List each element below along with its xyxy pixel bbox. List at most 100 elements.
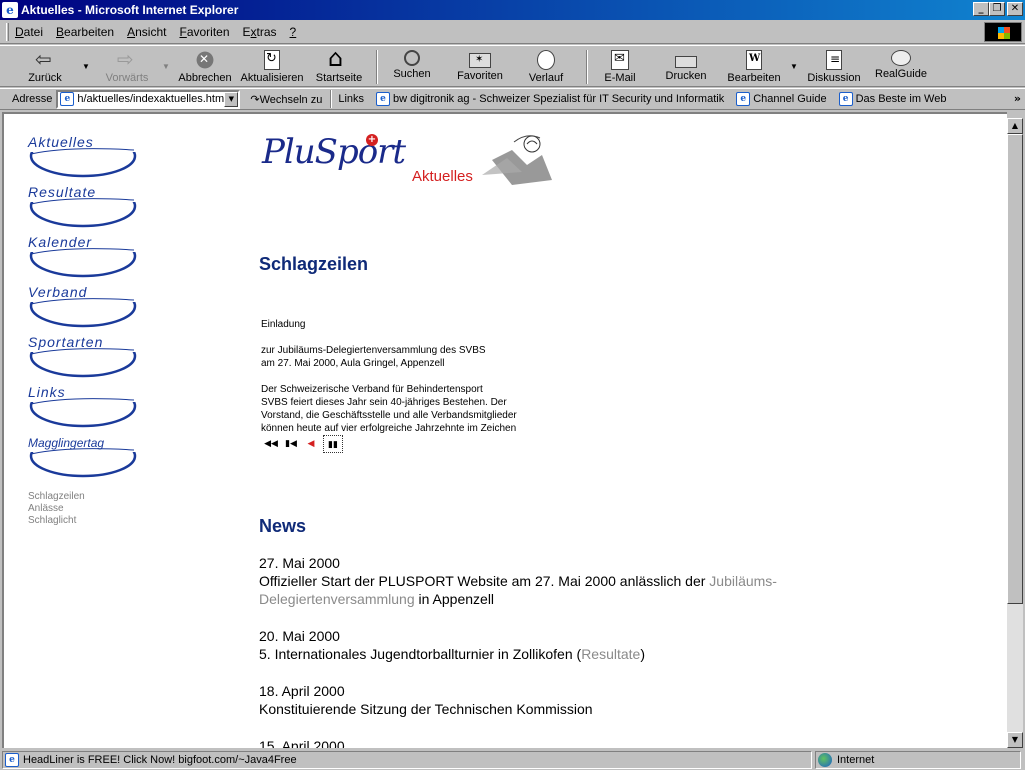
nav-sportarten[interactable]: Sportarten bbox=[28, 332, 143, 378]
forward-arrow-icon bbox=[116, 47, 138, 71]
zone-label: Internet bbox=[837, 754, 875, 766]
menu-favoriten[interactable]: Favoriten bbox=[179, 25, 229, 39]
toolbar-separator bbox=[376, 50, 378, 84]
menu-grip[interactable] bbox=[6, 22, 9, 41]
refresh-button[interactable]: Aktualisieren bbox=[240, 48, 304, 86]
nav-kalender[interactable]: Kalender bbox=[28, 232, 143, 278]
mail-icon bbox=[611, 50, 629, 70]
ticker-controls: ◀◀ ▮◀ ◀ ▮▮ bbox=[261, 435, 343, 453]
news-text: Konstituierende Sitzung der Technischen … bbox=[259, 701, 593, 717]
address-value[interactable]: h/aktuelles/indexaktuelles.htm bbox=[77, 93, 224, 105]
link-channel-guide[interactable]: e Channel Guide bbox=[736, 92, 827, 106]
history-button[interactable]: Verlauf bbox=[524, 48, 568, 86]
plusport-logo: PluSport bbox=[262, 132, 406, 172]
edit-dropdown[interactable]: ▼ bbox=[790, 62, 798, 71]
news-title: News bbox=[259, 516, 307, 536]
forward-dropdown[interactable]: ▼ bbox=[162, 62, 170, 71]
scroll-up-button[interactable]: ▲ bbox=[1007, 118, 1023, 134]
menu-extras[interactable]: Extras bbox=[243, 25, 277, 39]
status-text: HeadLiner is FREE! Click Now! bigfoot.co… bbox=[23, 754, 297, 766]
status-bar: e HeadLiner is FREE! Click Now! bigfoot.… bbox=[0, 750, 1025, 770]
play-back-icon[interactable]: ◀ bbox=[301, 435, 321, 453]
back-arrow-icon bbox=[34, 47, 56, 71]
swiss-cross-icon: + bbox=[366, 134, 378, 146]
menu-bearbeiten[interactable]: Bearbeiten bbox=[56, 25, 114, 39]
nav-magglingertag[interactable]: Magglingertag bbox=[28, 432, 143, 478]
menu-datei[interactable]: Datei bbox=[15, 25, 43, 39]
home-button[interactable]: Startseite bbox=[312, 44, 366, 86]
vertical-scrollbar[interactable]: ▲ ▼ bbox=[1007, 118, 1023, 748]
ticker-line: Einladung bbox=[261, 319, 306, 330]
security-zone-panel: Internet bbox=[815, 751, 1021, 769]
news-date: 27. Mai 2000 bbox=[259, 555, 340, 571]
ticker-paragraph: zur Jubiläums-Delegiertenversammlung des… bbox=[261, 345, 486, 369]
news-list: 27. Mai 2000 Offizieller Start der PLUSP… bbox=[259, 554, 879, 748]
title-bar: e Aktuelles - Microsoft Internet Explore… bbox=[0, 0, 1025, 20]
standard-toolbar: Zurück ▼ Vorwärts ▼ Abbrechen Aktualisie… bbox=[0, 44, 1025, 87]
news-text: Offizieller Start der PLUSPORT Website a… bbox=[259, 573, 777, 607]
globe-icon bbox=[818, 753, 832, 767]
nav-verband[interactable]: Verband bbox=[28, 282, 143, 328]
news-item: 27. Mai 2000 Offizieller Start der PLUSP… bbox=[259, 554, 879, 608]
favorites-button[interactable]: Favoriten bbox=[452, 48, 508, 86]
nav-aktuelles[interactable]: Aktuelles bbox=[28, 132, 143, 178]
stop-button[interactable]: Abbrechen bbox=[176, 48, 234, 86]
news-item: 18. April 2000 Konstituierende Sitzung d… bbox=[259, 682, 879, 718]
realguide-icon bbox=[891, 50, 911, 66]
search-button[interactable]: Suchen bbox=[388, 48, 436, 86]
nav-resultate[interactable]: Resultate bbox=[28, 182, 143, 228]
page-icon: e bbox=[736, 92, 751, 106]
mail-button[interactable]: E-Mail bbox=[598, 48, 642, 86]
news-text: 5. Internationales Jugendtorballturnier … bbox=[259, 646, 646, 662]
realguide-button[interactable]: RealGuide bbox=[872, 48, 930, 86]
address-bar: Adresse e h/aktuelles/indexaktuelles.htm… bbox=[0, 88, 1025, 110]
discuss-button[interactable]: Diskussion bbox=[804, 48, 864, 86]
more-links-chevron-icon[interactable]: » bbox=[1014, 92, 1021, 105]
minimize-button[interactable]: _ bbox=[973, 2, 989, 16]
news-date: 20. Mai 2000 bbox=[259, 628, 340, 644]
window-controls: _ ❐ ✕ bbox=[973, 2, 1023, 16]
ie-logo-icon: e bbox=[2, 2, 18, 18]
menu-bar: Datei Bearbeiten Ansicht Favoriten Extra… bbox=[0, 20, 1025, 44]
link-bw-digitronik[interactable]: e bw digitronik ag - Schweizer Spezialist… bbox=[376, 92, 724, 106]
edit-button[interactable]: Bearbeiten bbox=[724, 48, 784, 86]
rewind-icon[interactable]: ◀◀ bbox=[261, 435, 281, 453]
search-icon bbox=[404, 50, 420, 66]
subnav-schlagzeilen[interactable]: Schlagzeilen bbox=[28, 491, 85, 503]
link-das-beste-im-web[interactable]: e Das Beste im Web bbox=[838, 92, 946, 106]
news-date: 18. April 2000 bbox=[259, 683, 345, 699]
window-title: Aktuelles - Microsoft Internet Explorer bbox=[21, 3, 239, 17]
subnav-anlaesse[interactable]: Anlässe bbox=[28, 503, 85, 515]
pause-icon[interactable]: ▮▮ bbox=[323, 435, 343, 453]
address-input[interactable]: e h/aktuelles/indexaktuelles.htm ▼ bbox=[56, 89, 241, 109]
address-dropdown[interactable]: ▼ bbox=[224, 91, 239, 107]
print-button[interactable]: Drucken bbox=[662, 48, 710, 86]
forward-button[interactable]: Vorwärts bbox=[100, 47, 154, 86]
stop-icon bbox=[194, 50, 216, 70]
home-icon bbox=[328, 44, 350, 72]
previous-icon[interactable]: ▮◀ bbox=[281, 435, 301, 453]
windows-logo-icon bbox=[984, 22, 1022, 42]
restore-button[interactable]: ❐ bbox=[989, 2, 1005, 16]
page-icon: e bbox=[60, 92, 75, 106]
headlines-title: Schlagzeilen bbox=[259, 254, 369, 274]
page-icon: e bbox=[5, 753, 19, 767]
history-icon bbox=[537, 50, 555, 70]
nav-links[interactable]: Links bbox=[28, 382, 143, 428]
menu-ansicht[interactable]: Ansicht bbox=[127, 25, 166, 39]
back-button[interactable]: Zurück bbox=[20, 47, 70, 86]
close-button[interactable]: ✕ bbox=[1007, 2, 1023, 16]
subnav-list: Schlagzeilen Anlässe Schlaglicht bbox=[28, 491, 85, 527]
news-link[interactable]: Resultate bbox=[581, 646, 640, 662]
go-button[interactable]: ↷Wechseln zu bbox=[250, 93, 322, 106]
menu-help[interactable]: ? bbox=[290, 25, 297, 39]
scroll-thumb[interactable] bbox=[1007, 134, 1023, 604]
subnav-schlaglicht[interactable]: Schlaglicht bbox=[28, 515, 85, 527]
ticker-paragraph: Der Schweizerische Verband für Behindert… bbox=[261, 384, 517, 434]
printer-icon bbox=[675, 56, 697, 68]
scroll-down-button[interactable]: ▼ bbox=[1007, 732, 1023, 748]
links-label[interactable]: Links bbox=[338, 93, 364, 105]
back-dropdown[interactable]: ▼ bbox=[82, 62, 90, 71]
page-icon: e bbox=[376, 92, 391, 106]
refresh-icon bbox=[264, 50, 280, 70]
